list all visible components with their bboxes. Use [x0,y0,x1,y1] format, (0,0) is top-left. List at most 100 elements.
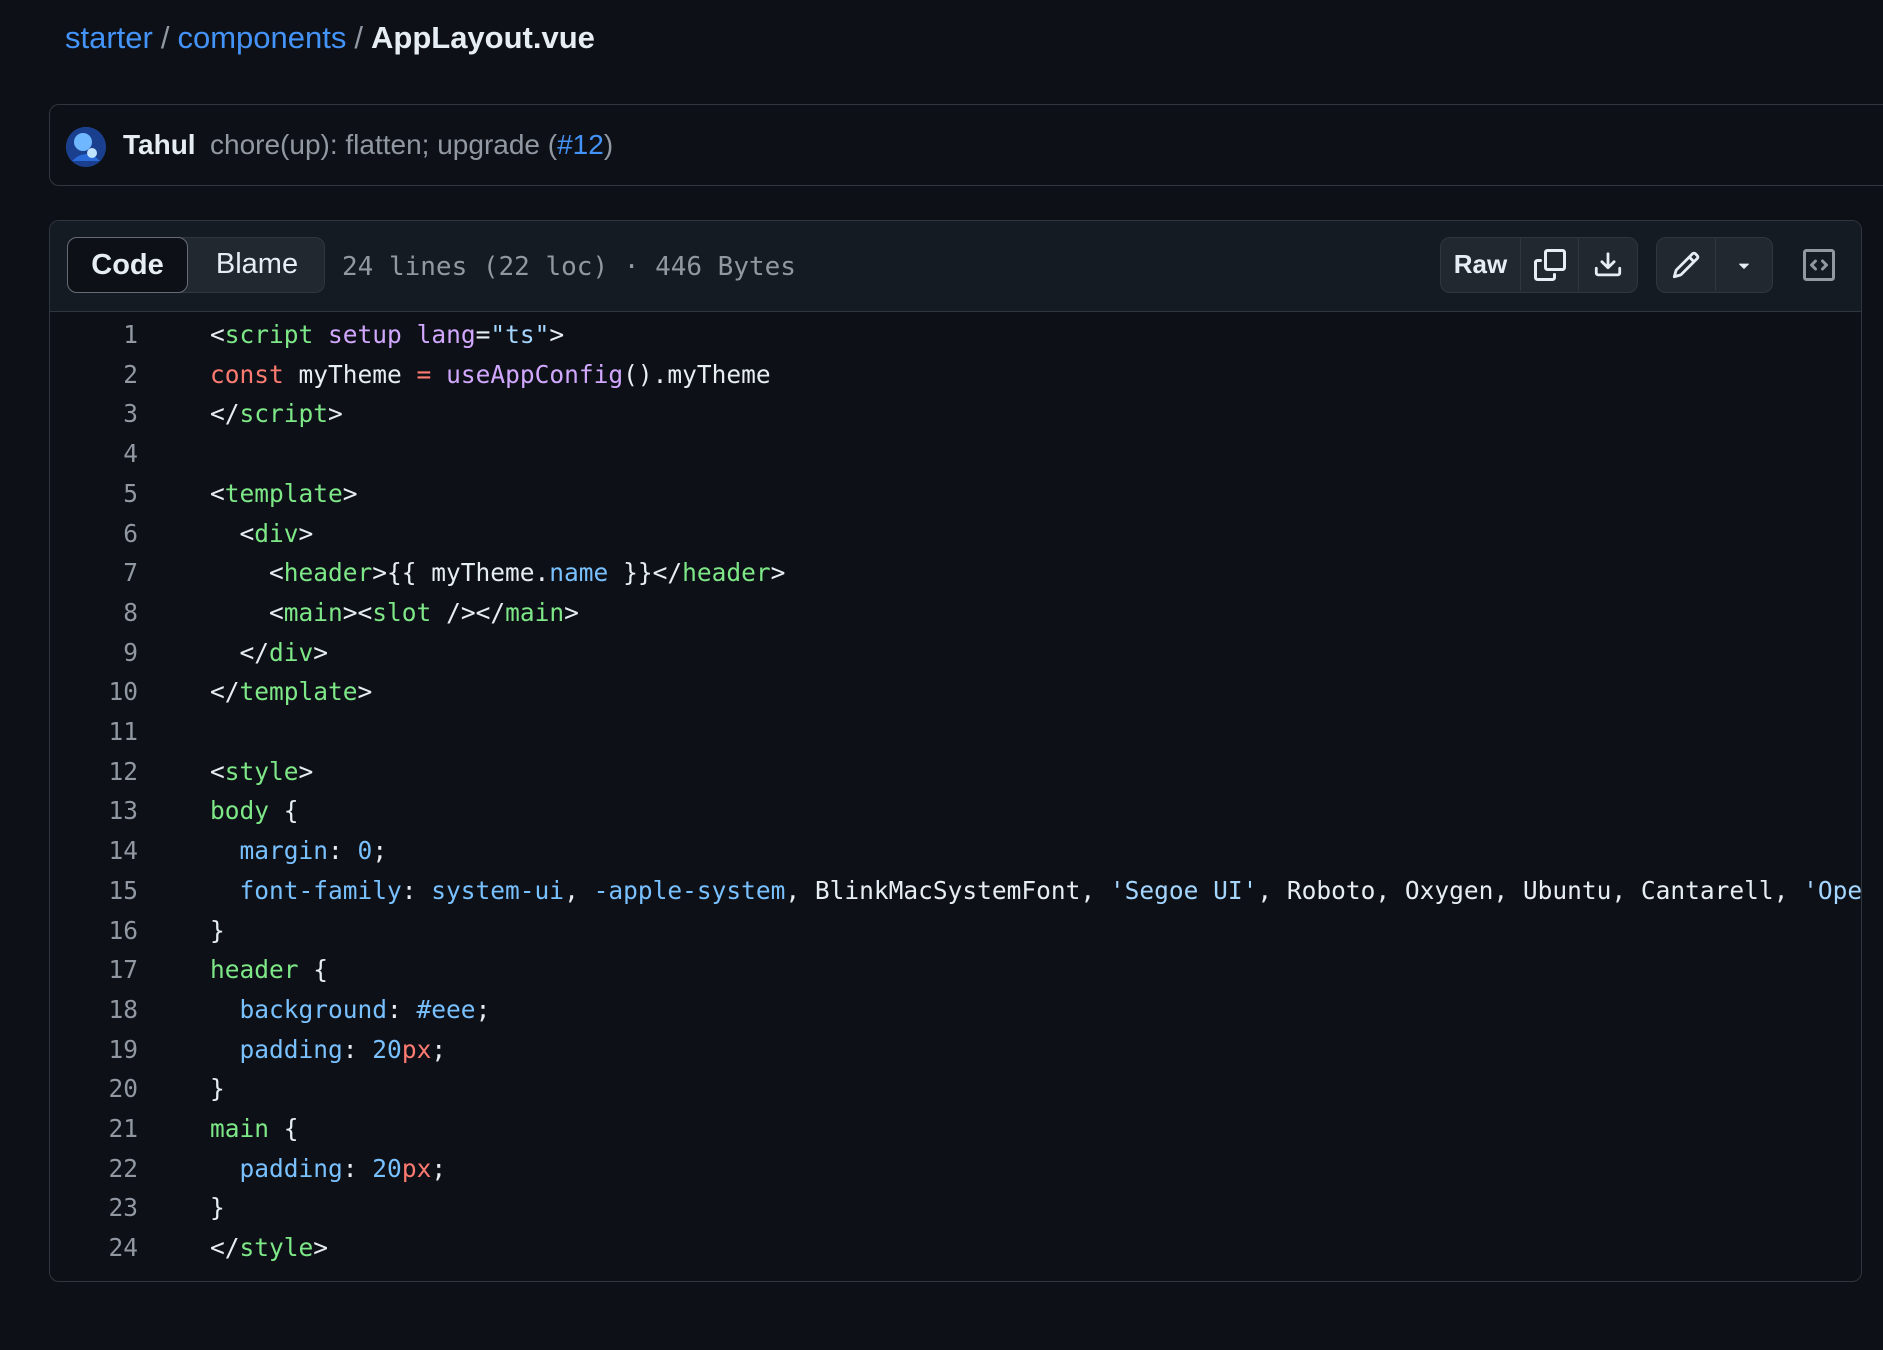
breadcrumb-item-components[interactable]: components [177,20,346,55]
code-token: >{{ myTheme. [372,558,550,588]
code-token: } [210,915,225,945]
code-token: : [387,994,417,1024]
file-viewer: Code Blame 24 lines (22 loc) · 446 Bytes… [49,220,1862,1282]
code-token: body [210,796,270,826]
code-token: > [313,637,329,667]
tab-blame[interactable]: Blame [188,238,326,291]
code-line: 2 const myTheme = useAppConfig().myTheme [50,355,1861,395]
code-line: 3 </script> [50,394,1861,434]
code-token: > [564,597,579,627]
more-edit-options-button[interactable] [1716,238,1772,291]
commit-pr-link[interactable]: #12 [557,129,604,160]
line-number[interactable]: 13 [50,791,138,831]
line-number[interactable]: 5 [50,474,138,514]
line-number[interactable]: 8 [50,593,138,633]
line-number[interactable]: 17 [50,950,138,990]
line-content: margin: 0; [210,831,388,871]
code-token: < [210,597,284,627]
line-number[interactable]: 15 [50,871,138,911]
edit-file-button[interactable] [1657,238,1716,291]
code-token: >< [342,597,373,627]
line-content: } [210,911,225,951]
code-token: < [210,756,225,786]
code-token: </ [210,677,240,707]
line-number[interactable]: 21 [50,1109,138,1149]
line-content: <template> [210,474,358,514]
line-content: } [210,1069,225,1109]
code-token: > [549,320,565,349]
code-token: font-family [239,875,402,905]
line-number[interactable]: 24 [50,1228,138,1268]
line-number[interactable]: 19 [50,1030,138,1070]
code-token: main [283,597,343,627]
line-content: <div> [210,514,314,554]
code-token: main [210,1114,270,1143]
code-token: } [210,1074,225,1104]
line-number[interactable]: 20 [50,1069,138,1109]
code-token: div [254,518,299,548]
code-line: 19 padding: 20px; [50,1030,1861,1070]
code-line: 15 font-family: system-ui, -apple-system… [50,871,1861,911]
copy-raw-button[interactable] [1521,238,1579,291]
line-content: header { [210,950,328,990]
symbols-panel-button[interactable] [1791,237,1847,293]
line-number[interactable]: 4 [50,434,138,474]
code-token: 'Segoe UI' [1109,875,1258,905]
code-token: : [342,1153,373,1183]
code-view[interactable]: 1 <script setup lang="ts"> 2 const myTheme … [50,313,1861,1281]
line-number[interactable]: 23 [50,1188,138,1228]
code-token: main [505,597,565,627]
line-number[interactable]: 6 [50,514,138,554]
line-content: <main><slot /></main> [210,593,579,633]
code-token: template [239,677,358,707]
code-line: 18 background: #eee; [50,990,1861,1030]
code-token: 0 [357,836,373,866]
line-number[interactable]: 12 [50,752,138,792]
raw-button[interactable]: Raw [1441,238,1521,291]
download-button[interactable] [1579,238,1637,291]
breadcrumb-item-starter[interactable]: starter [65,20,153,55]
line-number[interactable]: 22 [50,1149,138,1189]
line-number[interactable]: 2 [50,355,138,395]
code-token: slot [372,597,432,627]
code-token: padding [239,1153,343,1183]
line-content: </style> [210,1228,328,1268]
line-content: main { [210,1109,299,1149]
line-number[interactable]: 10 [50,672,138,712]
code-token: }}</ [608,558,683,588]
code-token: > [770,558,786,588]
line-number[interactable]: 14 [50,831,138,871]
code-token: header [283,558,373,588]
line-content: <style> [210,752,313,792]
code-token: ().myTheme [623,359,771,389]
line-number[interactable]: 1 [50,315,138,355]
line-number[interactable]: 16 [50,911,138,951]
code-line: 6 <div> [50,514,1861,554]
code-token: > [342,478,358,508]
edit-actions-group [1656,237,1773,293]
line-content: <script setup lang="ts"> [210,315,564,355]
code-token: ; [475,994,491,1024]
code-token: { [269,1114,299,1143]
line-content: background: #eee; [210,990,491,1030]
tab-code[interactable]: Code [67,237,188,293]
code-token: px [401,1153,432,1183]
commit-message[interactable]: chore(up): flatten; upgrade (#12) [210,125,613,165]
code-token: = [475,320,491,349]
commit-author[interactable]: Tahul [123,125,196,165]
code-token: : [342,1034,373,1064]
line-number[interactable]: 18 [50,990,138,1030]
code-line: 20} [50,1069,1861,1109]
line-content: </script> [210,394,343,434]
line-number[interactable]: 9 [50,633,138,673]
code-token: < [210,320,225,349]
code-line: 17 header { [50,950,1861,990]
line-number[interactable]: 3 [50,394,138,434]
code-token: < [210,558,284,588]
breadcrumb-separator: / [354,20,363,55]
avatar[interactable] [66,127,106,167]
line-number[interactable]: 7 [50,553,138,593]
line-number[interactable]: 11 [50,712,138,752]
line-content: font-family: system-ui, -apple-system, B… [210,871,1861,911]
